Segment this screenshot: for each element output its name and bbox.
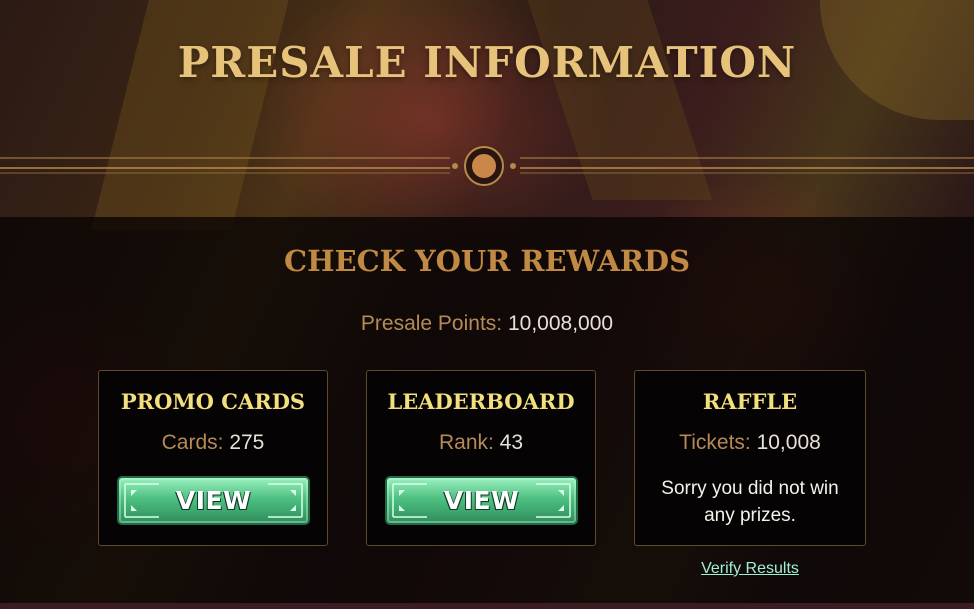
- rewards-heading: CHECK YOUR REWARDS: [283, 244, 691, 278]
- raffle-card: RAFFLE Tickets: 10,008 Sorry you did not…: [634, 370, 866, 546]
- tickets-label: Tickets:: [679, 431, 751, 454]
- promo-cards-title: PROMO CARDS: [120, 389, 306, 414]
- promo-cards-card: PROMO CARDS Cards: 275 VIEW: [98, 370, 328, 546]
- raffle-title: RAFFLE: [702, 389, 798, 414]
- raffle-message-line: any prizes.: [704, 505, 796, 526]
- leaderboard-card: LEADERBOARD Rank: 43 VIEW: [366, 370, 596, 546]
- raffle-result-message: Sorry you did not win any prizes.: [645, 475, 855, 529]
- leaderboard-stat: Rank: 43: [367, 431, 595, 455]
- leaderboard-title: LEADERBOARD: [387, 389, 575, 414]
- raffle-message-line: Sorry you did not win: [661, 478, 839, 499]
- ornamental-divider: [0, 146, 974, 186]
- page-title: PRESALE INFORMATION: [177, 38, 797, 87]
- tickets-value: 10,008: [756, 431, 821, 454]
- cards-label: Cards:: [161, 431, 224, 454]
- presale-points: Presale Points: 10,008,000: [0, 312, 974, 336]
- rank-label: Rank:: [438, 431, 494, 454]
- view-button-label: VIEW: [443, 486, 520, 515]
- promo-cards-stat: Cards: 275: [99, 431, 327, 455]
- view-button-label: VIEW: [175, 486, 252, 515]
- presale-points-label: Presale Points:: [360, 312, 503, 335]
- raffle-stat: Tickets: 10,008: [635, 431, 865, 455]
- cards-value: 275: [229, 431, 265, 454]
- rank-value: 43: [499, 431, 524, 454]
- presale-points-value: 10,008,000: [507, 312, 614, 335]
- promo-cards-view-button[interactable]: VIEW: [117, 476, 310, 525]
- leaderboard-view-button[interactable]: VIEW: [385, 476, 578, 525]
- verify-results-link[interactable]: Verify Results: [634, 560, 866, 578]
- bottom-border: [0, 603, 974, 609]
